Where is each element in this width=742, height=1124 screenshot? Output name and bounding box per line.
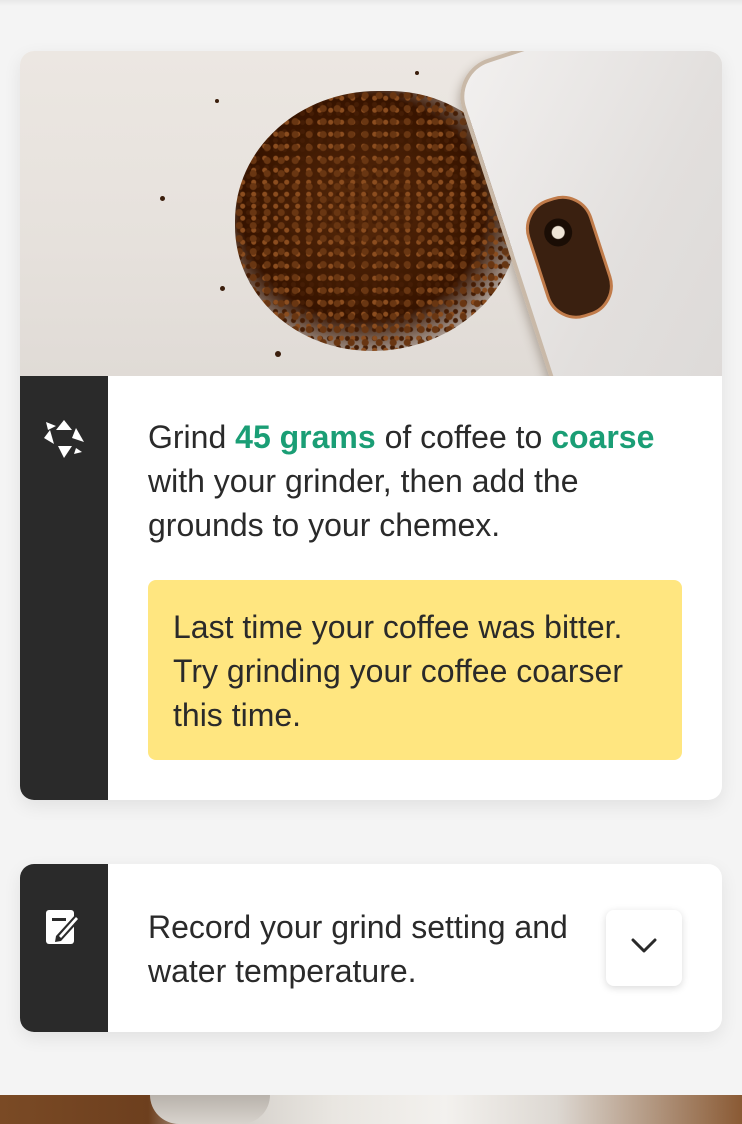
coffee-amount: 45 grams [235, 419, 376, 455]
step-instruction: Grind 45 grams of coffee to coarse with … [148, 415, 688, 547]
coffee-grounds-photo [20, 51, 722, 376]
camera-lens [540, 214, 576, 251]
top-edge [0, 0, 742, 6]
grind-size: coarse [551, 419, 655, 455]
tip-box: Last time your coffee was bitter. Try gr… [148, 580, 682, 760]
instruction-text: Grind [148, 419, 236, 455]
grinder-icon [42, 416, 86, 460]
record-prompt: Record your grind setting and water temp… [148, 909, 568, 989]
expand-button[interactable] [606, 910, 682, 986]
camera-bump [517, 187, 621, 327]
ground-speck [275, 351, 281, 357]
step-sidebar [20, 376, 108, 800]
ground-speck [215, 99, 219, 103]
record-sidebar [20, 864, 108, 1032]
note-edit-icon [42, 904, 86, 948]
ground-speck [415, 71, 419, 75]
next-step-photo [0, 1095, 742, 1124]
next-photo-detail [150, 1095, 270, 1124]
grind-step-card: Grind 45 grams of coffee to coarse with … [20, 51, 722, 800]
tip-text: Last time your coffee was bitter. Try gr… [173, 609, 623, 733]
chevron-down-icon [631, 938, 657, 959]
ground-speck [160, 196, 165, 201]
instruction-text: of coffee to [375, 419, 552, 455]
instruction-text: with your grinder, then add the grounds … [148, 463, 579, 543]
record-card[interactable]: Record your grind setting and water temp… [20, 864, 722, 1032]
ground-speck [220, 286, 225, 291]
